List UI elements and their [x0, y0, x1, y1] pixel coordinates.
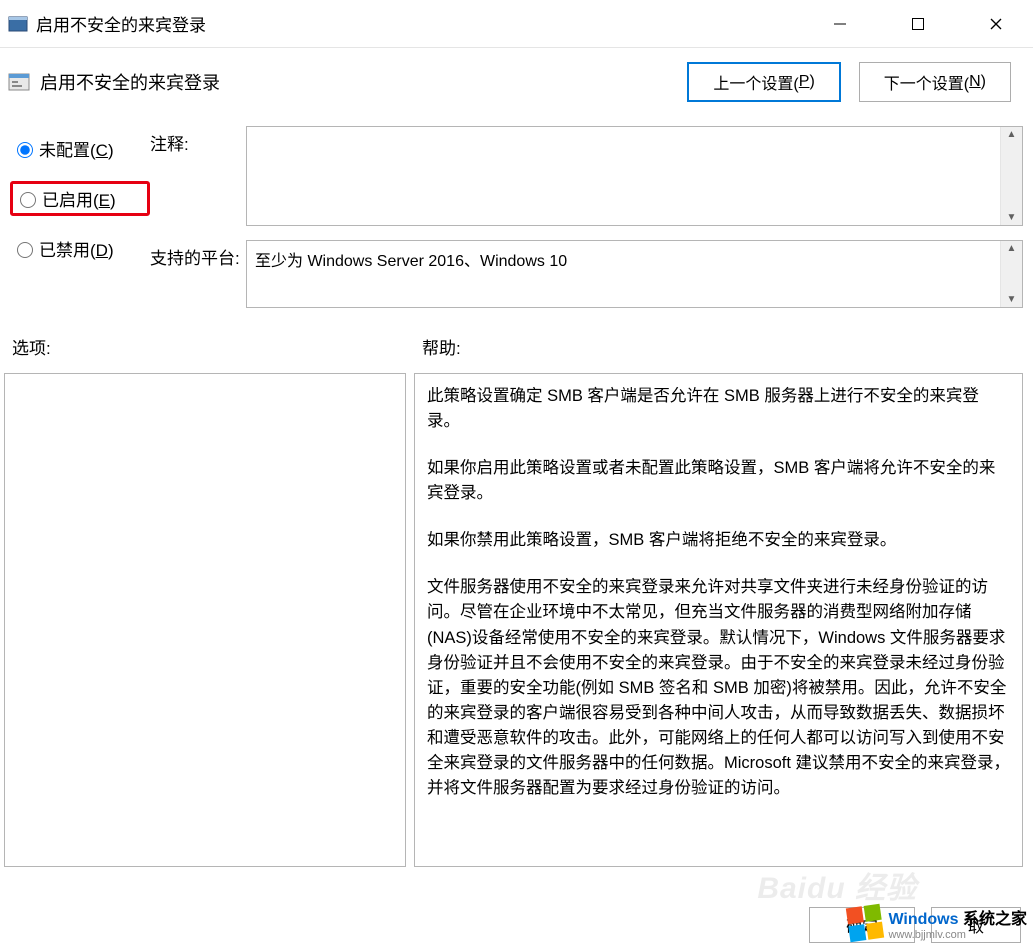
- supported-label: 支持的平台:: [150, 240, 246, 269]
- next-setting-button[interactable]: 下一个设置(N): [859, 62, 1011, 102]
- radio-enabled[interactable]: 已启用(E): [10, 181, 150, 216]
- help-text: 此策略设置确定 SMB 客户端是否允许在 SMB 服务器上进行不安全的来宾登录。…: [427, 384, 1010, 801]
- radio-not-configured[interactable]: 未配置(C): [10, 134, 150, 163]
- policy-icon: [8, 71, 30, 93]
- scroll-up-icon[interactable]: ▲: [1007, 129, 1017, 140]
- scroll-down-icon[interactable]: ▼: [1007, 294, 1017, 305]
- state-radio-group: 未配置(C) 已启用(E) 已禁用(D): [10, 126, 150, 281]
- scroll-up-icon[interactable]: ▲: [1007, 243, 1017, 254]
- scroll-down-icon[interactable]: ▼: [1007, 212, 1017, 223]
- window-controls: [811, 6, 1025, 42]
- watermark-brand: Windows 系统之家 www.bjjmlv.com: [848, 905, 1027, 941]
- supported-platform-field: 至少为 Windows Server 2016、Windows 10 ▲ ▼: [246, 240, 1023, 308]
- radio-not-configured-input[interactable]: [17, 142, 33, 158]
- options-label: 选项:: [12, 334, 422, 359]
- supported-scrollbar[interactable]: ▲ ▼: [1000, 241, 1022, 307]
- help-label: 帮助:: [422, 334, 461, 359]
- windows-logo-icon: [846, 904, 884, 942]
- prev-setting-button[interactable]: 上一个设置(P): [687, 62, 840, 102]
- comment-scrollbar[interactable]: ▲ ▼: [1000, 127, 1022, 225]
- watermark-baidu: Baidu 经验: [757, 863, 917, 907]
- minimize-button[interactable]: [811, 6, 869, 42]
- window-icon: [8, 14, 28, 34]
- close-button[interactable]: [967, 6, 1025, 42]
- options-panel: [4, 373, 406, 867]
- maximize-button[interactable]: [889, 6, 947, 42]
- policy-title: 启用不安全的来宾登录: [40, 69, 687, 95]
- radio-enabled-input[interactable]: [20, 192, 36, 208]
- radio-disabled[interactable]: 已禁用(D): [10, 234, 150, 263]
- comment-label: 注释:: [150, 126, 246, 155]
- help-panel: 此策略设置确定 SMB 客户端是否允许在 SMB 服务器上进行不安全的来宾登录。…: [414, 373, 1023, 867]
- radio-disabled-input[interactable]: [17, 242, 33, 258]
- comment-field[interactable]: ▲ ▼: [246, 126, 1023, 226]
- window-title: 启用不安全的来宾登录: [36, 11, 811, 36]
- header: 启用不安全的来宾登录 上一个设置(P) 下一个设置(N): [0, 48, 1033, 102]
- titlebar: 启用不安全的来宾登录: [0, 0, 1033, 48]
